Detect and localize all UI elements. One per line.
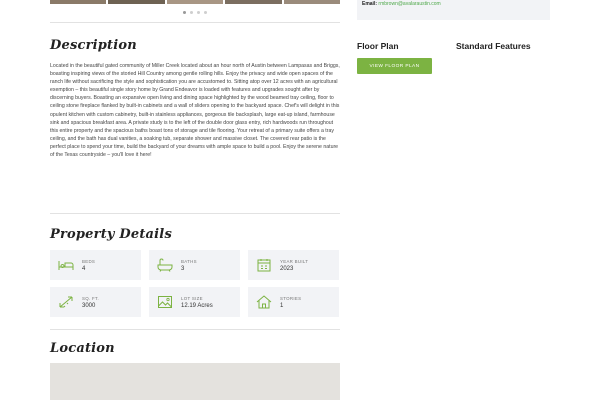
- detail-value: 4: [82, 265, 86, 272]
- property-details-heading: Property Details: [50, 227, 172, 242]
- gallery-dot[interactable]: [197, 11, 200, 14]
- bathtub-icon: [157, 258, 173, 272]
- location-heading: Location: [50, 341, 115, 356]
- gallery-pagination: [183, 11, 207, 14]
- email-link[interactable]: rmbrown@avalaraustin.com: [378, 1, 440, 7]
- section-divider: [50, 329, 340, 330]
- detail-card-lot-size: LOT SIZE 12.19 Acres: [149, 287, 240, 317]
- detail-label: YEAR BUILT: [280, 258, 309, 264]
- floor-plan-heading: Floor Plan: [357, 41, 399, 51]
- detail-value: 3000: [82, 302, 96, 309]
- detail-card-year-built: YEAR BUILT 2023: [248, 250, 339, 280]
- gallery-dot[interactable]: [190, 11, 193, 14]
- agent-email: Email: rmbrown@avalaraustin.com: [362, 1, 441, 7]
- section-divider: [50, 22, 340, 23]
- detail-value: 2023: [280, 265, 294, 272]
- bed-icon: [58, 258, 74, 272]
- detail-label: BATHS: [181, 258, 197, 264]
- detail-label: LOT SIZE: [181, 295, 203, 301]
- detail-card-baths: BATHS 3: [149, 250, 240, 280]
- location-map[interactable]: [50, 363, 340, 400]
- detail-label: SQ. FT.: [82, 295, 99, 301]
- photo-gallery-strip[interactable]: [50, 0, 341, 4]
- gallery-thumbnail[interactable]: [108, 0, 165, 4]
- email-label: Email:: [362, 1, 378, 7]
- detail-value: 1: [280, 302, 284, 309]
- detail-label: BEDS: [82, 258, 96, 264]
- detail-value: 3: [181, 265, 185, 272]
- area-icon: [58, 295, 74, 309]
- description-heading: Description: [50, 38, 137, 53]
- gallery-thumbnail[interactable]: [283, 0, 341, 4]
- section-divider: [50, 213, 340, 214]
- detail-label: STORIES: [280, 295, 302, 301]
- landscape-icon: [157, 295, 173, 309]
- view-floor-plan-button[interactable]: VIEW FLOOR PLAN: [357, 58, 432, 74]
- detail-card-beds: BEDS 4: [50, 250, 141, 280]
- detail-card-sqft: SQ. FT. 3000: [50, 287, 141, 317]
- detail-value: 12.19 Acres: [181, 302, 213, 309]
- description-text: Located in the beautiful gated community…: [50, 63, 340, 159]
- standard-features-heading: Standard Features: [456, 41, 531, 51]
- gallery-dot-active[interactable]: [183, 11, 186, 14]
- gallery-thumbnail[interactable]: [166, 0, 224, 4]
- gallery-thumbnail[interactable]: [225, 0, 282, 4]
- gallery-dot[interactable]: [204, 11, 207, 14]
- detail-card-stories: STORIES 1: [248, 287, 339, 317]
- calendar-icon: [256, 258, 272, 272]
- gallery-thumbnail[interactable]: [50, 0, 107, 4]
- house-icon: [256, 295, 272, 309]
